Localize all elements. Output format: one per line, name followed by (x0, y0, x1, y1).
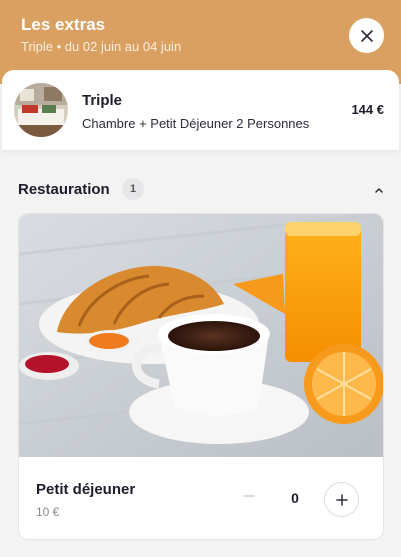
breakfast-image (19, 214, 383, 457)
room-summary-card: Triple Chambre + Petit Déjeuner 2 Person… (2, 70, 399, 150)
minus-icon (243, 495, 255, 497)
close-button[interactable] (349, 18, 384, 53)
decrease-quantity-button[interactable] (239, 486, 259, 506)
section-count-badge: 1 (122, 178, 144, 200)
plus-icon (335, 493, 348, 506)
page-subtitle: Triple • du 02 juin au 04 juin (21, 39, 182, 54)
room-price: 144 € (351, 102, 384, 117)
close-icon (360, 29, 373, 42)
extra-card: Petit déjeuner 10 € 0 (18, 213, 384, 540)
extra-name: Petit déjeuner (36, 481, 136, 498)
section-title: Restauration (18, 181, 110, 198)
room-name: Triple (82, 92, 123, 109)
section-restauration-header[interactable]: Restauration 1 (18, 178, 386, 202)
page-title: Les extras (21, 15, 106, 34)
increase-quantity-button[interactable] (324, 482, 359, 517)
extra-price: 10 € (36, 505, 60, 519)
room-description: Chambre + Petit Déjeuner 2 Personnes (82, 116, 310, 131)
chevron-up-icon[interactable] (372, 183, 386, 197)
quantity-value: 0 (291, 490, 299, 506)
room-thumbnail (14, 83, 68, 137)
